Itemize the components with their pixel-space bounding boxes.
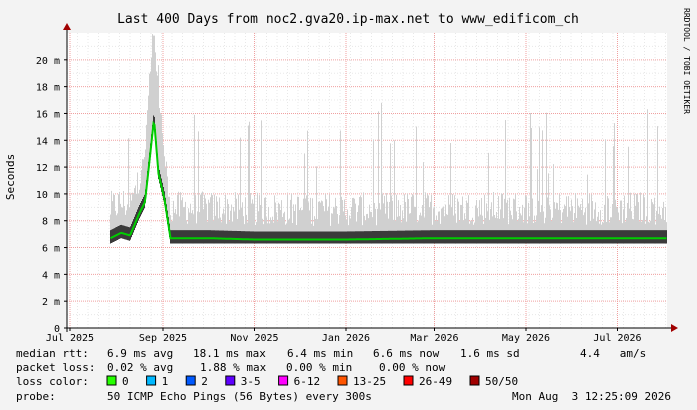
median-rtt-sd: 1.6 ms sd <box>460 347 520 360</box>
y-tick-label: 8 m <box>42 217 60 228</box>
y-tick-label: 18 m <box>36 83 60 94</box>
loss-color-item-label: 2 <box>201 375 208 388</box>
y-tick-label: 4 m <box>42 270 60 281</box>
median-rtt-amps: 4.4 am/s <box>580 347 646 360</box>
loss-color-swatch <box>403 375 414 386</box>
loss-color-item-label: 3-5 <box>241 375 261 388</box>
median-rtt-avg: 6.9 ms avg <box>107 347 173 360</box>
x-tick-label: Mar 2026 <box>410 333 458 344</box>
loss-color-item-label: 50/50 <box>485 375 518 388</box>
median-rtt-min: 6.4 ms min <box>287 347 353 360</box>
x-tick-label: Jul 2025 <box>46 333 94 344</box>
y-axis-label: Seconds <box>4 154 17 200</box>
loss-color-swatch <box>278 375 289 386</box>
packet-loss-min: 0.00 % min <box>286 361 352 374</box>
y-tick-label: 16 m <box>36 109 60 120</box>
packet-loss-now: 0.00 % now <box>379 361 446 374</box>
loss-color-swatch <box>106 375 117 386</box>
y-tick-label: 14 m <box>36 136 60 147</box>
packet-loss-max: 1.88 % max <box>200 361 267 374</box>
y-tick-label: 6 m <box>42 244 60 255</box>
watermark: RRDTOOL / TOBI OETIKER <box>682 8 691 114</box>
y-tick-label: 20 m <box>36 56 60 67</box>
y-tick-label: 10 m <box>36 190 60 201</box>
packet-loss-avg: 0.02 % avg <box>107 361 173 374</box>
probe-value: 50 ICMP Echo Pings (56 Bytes) every 300s <box>107 390 372 403</box>
loss-color-item-label: 13-25 <box>353 375 386 388</box>
x-tick-label: Sep 2025 <box>139 333 187 344</box>
median-rtt-now: 6.6 ms now <box>373 347 440 360</box>
loss-color-swatch <box>225 375 236 386</box>
x-tick-label: Nov 2025 <box>230 333 278 344</box>
smokeping-graph: Last 400 Days from noc2.gva20.ip-max.net… <box>0 0 697 410</box>
loss-color-label: loss color: <box>16 375 89 388</box>
y-tick-label: 12 m <box>36 163 60 174</box>
x-tick-label: Jul 2026 <box>593 333 641 344</box>
y-tick-label: 2 m <box>42 297 60 308</box>
loss-color-swatch <box>469 375 480 386</box>
chart-title: Last 400 Days from noc2.gva20.ip-max.net… <box>117 12 579 27</box>
median-rtt-label: median rtt: <box>16 347 89 360</box>
x-tick-label: Jan 2026 <box>322 333 370 344</box>
median-rtt-max: 18.1 ms max <box>193 347 266 360</box>
loss-color-item-label: 6-12 <box>294 375 321 388</box>
loss-color-item-label: 1 <box>162 375 169 388</box>
loss-color-item-label: 0 <box>122 375 129 388</box>
probe-label: probe: <box>16 390 56 403</box>
packet-loss-label: packet loss: <box>16 361 95 374</box>
loss-color-swatch <box>337 375 348 386</box>
loss-color-swatch <box>185 375 196 386</box>
graph-timestamp: Mon Aug 3 12:25:09 2026 <box>512 390 671 403</box>
loss-color-item-label: 26-49 <box>419 375 452 388</box>
x-tick-label: May 2026 <box>502 333 550 344</box>
loss-color-swatch <box>146 375 157 386</box>
